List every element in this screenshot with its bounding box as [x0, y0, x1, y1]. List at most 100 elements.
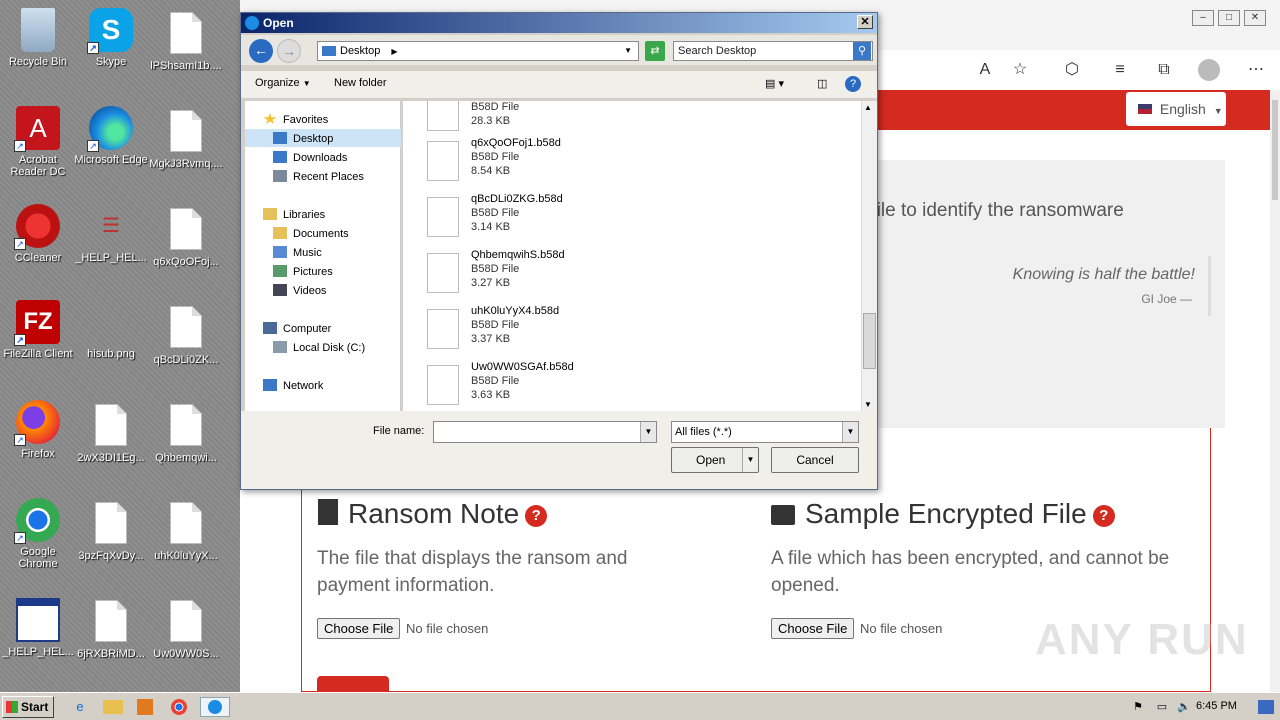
nav-recent-places[interactable]: Recent Places	[273, 170, 364, 183]
nav-desktop[interactable]: Desktop	[245, 129, 401, 147]
scroll-up-icon[interactable]: ▲	[864, 103, 872, 112]
address-bar[interactable]: Desktop ▶ ▼	[317, 41, 639, 61]
dialog-close-button[interactable]: ✕	[857, 15, 873, 29]
flag-notification-icon[interactable]: ⚑	[1128, 697, 1148, 717]
file-item[interactable]: QhbemqwihS.b58d B58D File 3.27 KB	[427, 249, 727, 301]
forward-button[interactable]: →	[277, 39, 301, 63]
submit-button[interactable]	[317, 676, 389, 692]
network-tray-icon[interactable]: ▭	[1152, 697, 1172, 717]
file-item[interactable]: Uw0WW0SGAf.b58d B58D File 3.63 KB	[427, 361, 727, 411]
desktop-icon-label: FileZilla Client	[3, 348, 73, 360]
search-icon[interactable]: ⚲	[853, 42, 871, 60]
desktop-icon-edge[interactable]: ↗ Microsoft Edge	[73, 106, 149, 166]
file-item[interactable]: q6xQoOFoj1.b58d B58D File 8.54 KB	[427, 137, 727, 189]
nav-computer[interactable]: Computer	[263, 322, 331, 335]
file-item[interactable]: qBcDLi0ZKG.b58d B58D File 3.14 KB	[427, 193, 727, 245]
nav-downloads[interactable]: Downloads	[273, 151, 347, 164]
desktop-icon-file[interactable]: 6jRXBRiMD...	[73, 600, 149, 660]
file-item[interactable]: uhK0luYyX4.b58d B58D File 3.37 KB	[427, 305, 727, 357]
desktop-icon-acrobat[interactable]: A ↗ Acrobat Reader DC	[0, 106, 76, 178]
desktop-icon-file[interactable]: Qhbemqwi...	[148, 404, 224, 464]
scroll-down-icon[interactable]: ▼	[864, 400, 872, 409]
volume-icon[interactable]: 🔈	[1174, 697, 1194, 717]
profile-avatar[interactable]	[1198, 59, 1220, 81]
desktop-icon-file[interactable]: qBcDLi0ZK...	[148, 306, 224, 366]
scrollbar-thumb[interactable]	[863, 313, 876, 369]
chevron-down-icon[interactable]: ▼	[842, 422, 858, 442]
back-button[interactable]: ←	[249, 39, 273, 63]
nav-music[interactable]: Music	[273, 246, 322, 259]
edge-taskbar-icon[interactable]	[200, 697, 230, 717]
desktop-icon-ccleaner[interactable]: ↗ CCleaner	[0, 204, 76, 264]
open-button[interactable]: Open ▼	[671, 447, 759, 473]
add-favorite-icon[interactable]: ☆	[1008, 58, 1032, 82]
collections-icon[interactable]: ⧉	[1152, 58, 1176, 82]
file-list-scrollbar[interactable]: ▲ ▼	[861, 101, 877, 411]
file-item[interactable]: B58D File 28.3 KB	[427, 101, 727, 139]
nav-libraries[interactable]: Libraries	[263, 208, 325, 221]
flag-icon	[1138, 104, 1152, 114]
file-type-filter[interactable]: All files (*.*) ▼	[671, 421, 859, 443]
desktop-icon-skype[interactable]: S ↗ Skype	[73, 8, 149, 68]
address-dropdown-icon[interactable]: ▼	[624, 42, 632, 60]
skype-icon: S ↗	[87, 8, 133, 54]
new-folder-button[interactable]: New folder	[334, 77, 387, 89]
desktop-icon-chrome[interactable]: ↗ Google Chrome	[0, 498, 76, 570]
file-icon	[427, 253, 459, 293]
sample-file-choose-file-button[interactable]: Choose File	[771, 618, 855, 639]
preview-pane-icon[interactable]: ◫	[817, 77, 827, 90]
view-options-icon[interactable]: ▤ ▾	[765, 77, 784, 90]
desktop-icon-file[interactable]: q6xQoOFoj...	[148, 208, 224, 268]
nav-pictures[interactable]: Pictures	[273, 265, 333, 278]
media-player-icon[interactable]	[137, 699, 153, 715]
search-input[interactable]: Search Desktop	[673, 41, 873, 61]
desktop-icon-file[interactable]: uhK0luYyX...	[148, 502, 224, 562]
maximize-button[interactable]: □	[1218, 10, 1240, 26]
filename-input[interactable]: ▼	[433, 421, 657, 443]
ransom-note-choose-file-button[interactable]: Choose File	[317, 618, 401, 639]
desktop-icon-file[interactable]: lPShsamI1b....	[148, 12, 224, 72]
desktop-icon-firefox[interactable]: ↗ Firefox	[0, 400, 76, 460]
desktop-icon-hisub[interactable]: hisub.png	[73, 300, 149, 360]
help-icon[interactable]: ?	[845, 76, 861, 92]
desktop-icon-file[interactable]: Uw0WW0S...	[148, 600, 224, 660]
desktop-icon-help-window[interactable]: _HELP_HEL...	[0, 598, 76, 658]
help-icon[interactable]: ?	[1092, 505, 1115, 527]
scrollbar-thumb[interactable]	[1272, 100, 1278, 200]
ie-icon[interactable]: e	[70, 697, 90, 717]
minimize-button[interactable]: –	[1192, 10, 1214, 26]
help-icon[interactable]: ?	[525, 505, 548, 527]
nav-favorites[interactable]: Favorites	[263, 113, 328, 126]
favorites-icon[interactable]: ≡	[1108, 58, 1132, 82]
sample-file-title: Sample Encrypted File?	[771, 498, 1115, 530]
pictures-icon	[273, 265, 287, 277]
language-select[interactable]: English ▼	[1126, 92, 1226, 126]
desktop-icon-file[interactable]: MgkJ3Rvmq....	[148, 110, 224, 170]
nav-network[interactable]: Network	[263, 379, 323, 392]
organize-menu[interactable]: Organize ▼	[255, 77, 311, 89]
nav-documents[interactable]: Documents	[273, 227, 349, 240]
read-aloud-icon[interactable]: A	[973, 58, 997, 82]
show-desktop-icon[interactable]	[1258, 700, 1274, 714]
start-button[interactable]: Start	[2, 696, 54, 718]
open-label: Open	[696, 453, 726, 467]
chevron-down-icon[interactable]: ▼	[640, 422, 656, 442]
refresh-icon[interactable]: ⇄	[645, 41, 665, 61]
nav-videos[interactable]: Videos	[273, 284, 326, 297]
extensions-icon[interactable]: ⬡	[1060, 58, 1084, 82]
file-name: qBcDLi0ZKG.b58d	[471, 193, 563, 205]
cancel-button[interactable]: Cancel	[771, 447, 859, 473]
desktop-icon-filezilla[interactable]: FZ ↗ FileZilla Client	[0, 300, 76, 360]
desktop-icon-help-image[interactable]: ☰ _HELP_HEL...	[73, 204, 149, 264]
desktop-icon-recycle-bin[interactable]: Recycle Bin	[0, 8, 76, 68]
desktop-icon-file[interactable]: 3pzFqXvDy...	[73, 502, 149, 562]
explorer-icon[interactable]	[103, 700, 123, 714]
open-dropdown-icon[interactable]: ▼	[742, 448, 758, 472]
ransom-note-title-text: Ransom Note	[348, 498, 520, 529]
close-window-button[interactable]: ✕	[1244, 10, 1266, 26]
more-menu-icon[interactable]: ⋯	[1244, 58, 1268, 82]
chrome-taskbar-icon[interactable]	[171, 699, 187, 715]
desktop-icon-file[interactable]: 2wX3DI1Eg...	[73, 404, 149, 464]
nav-local-disk[interactable]: Local Disk (C:)	[273, 341, 365, 354]
page-scrollbar[interactable]	[1270, 90, 1280, 692]
